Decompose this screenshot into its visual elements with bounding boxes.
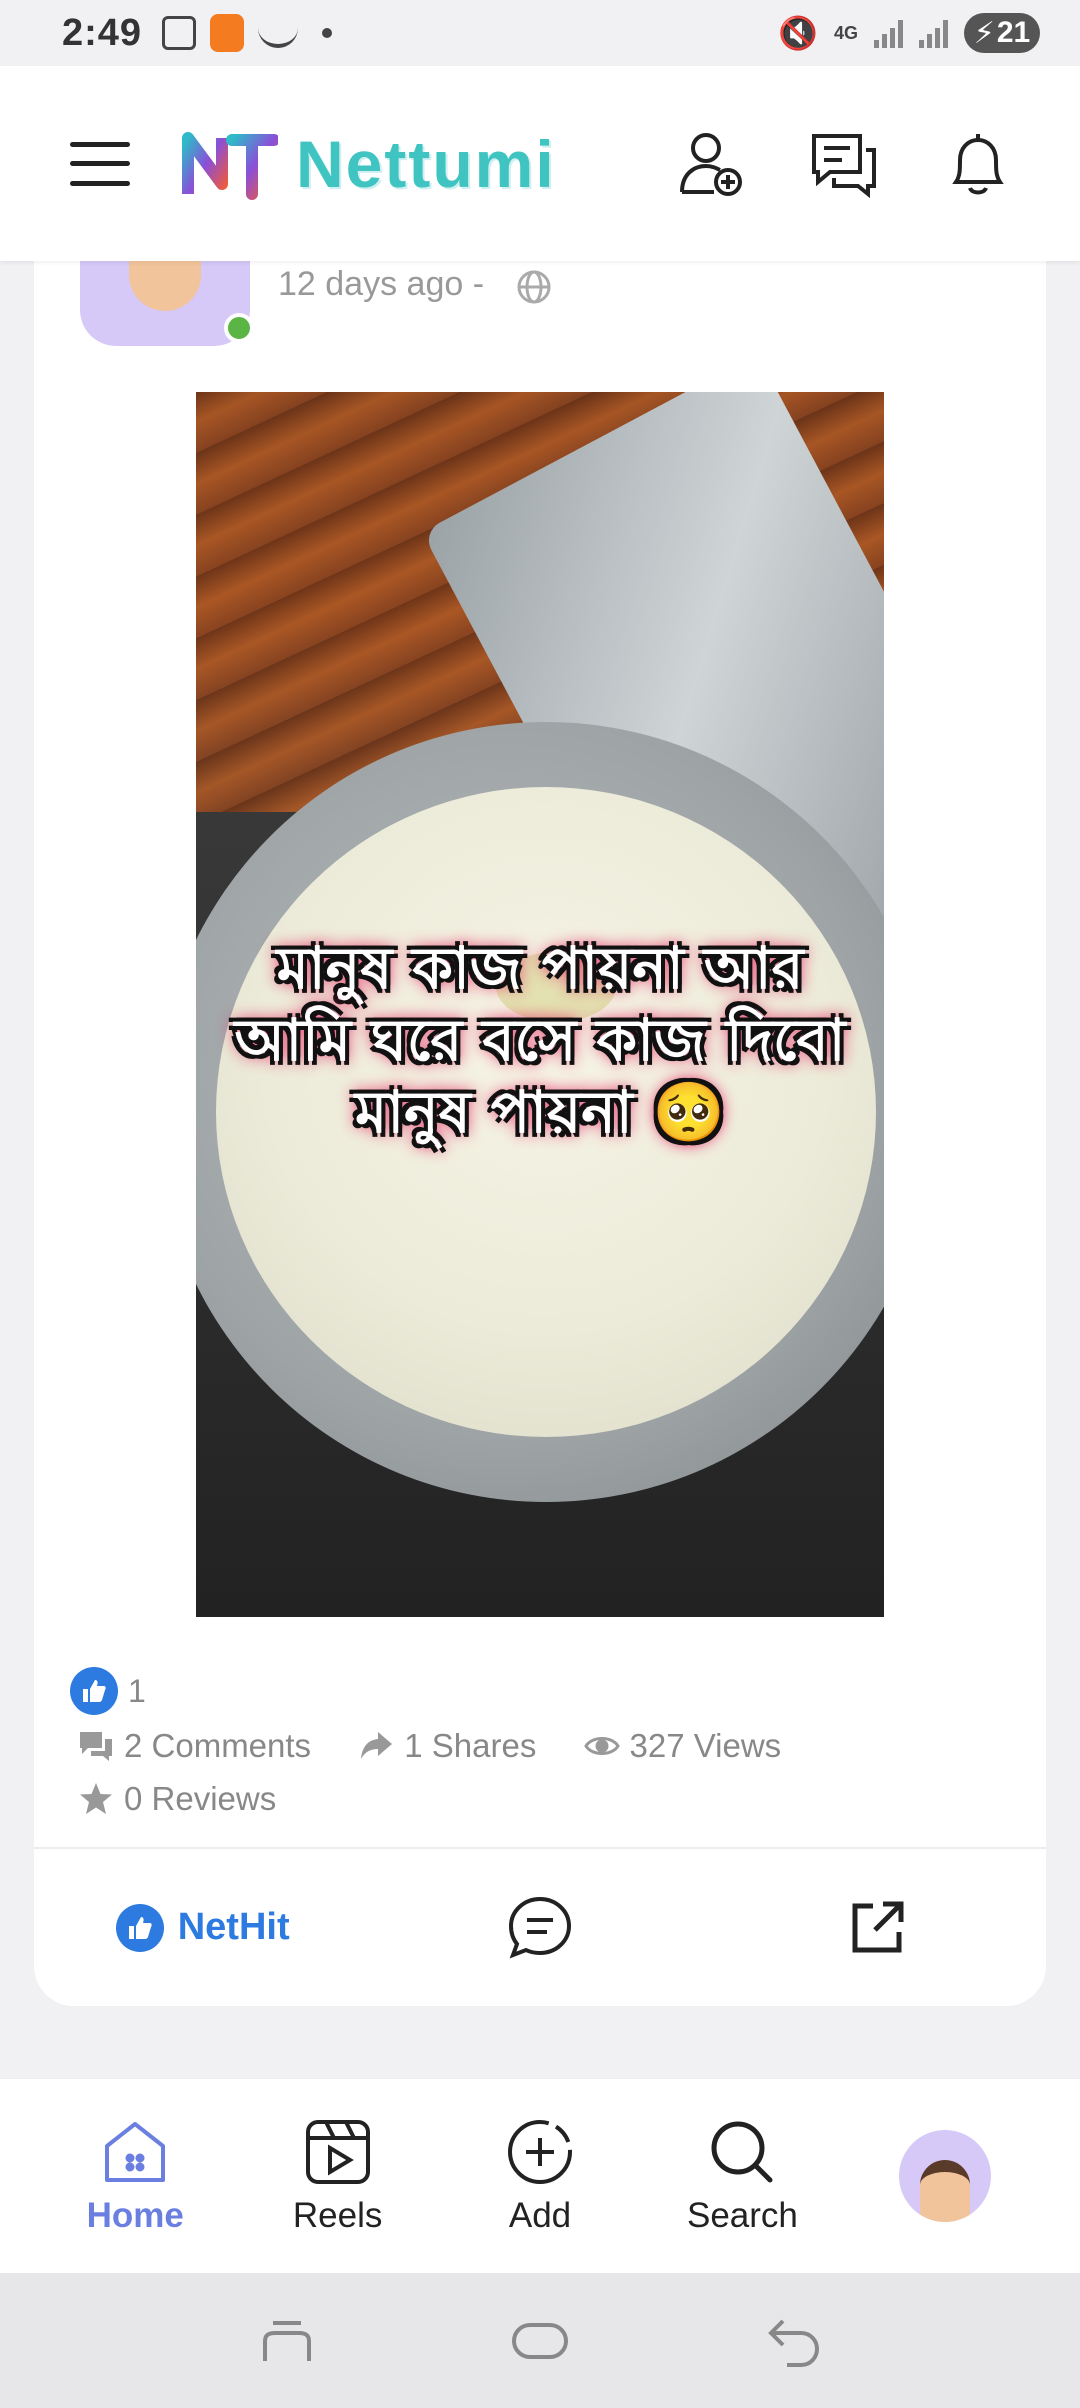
views-count: 327 Views — [629, 1727, 782, 1764]
post-card: 12 days ago - মানুষ কাজ পায়না আর আমি ঘর… — [34, 261, 1046, 2006]
nav-add-label: Add — [508, 2196, 572, 2235]
post-stats: 2 Comments 1 Shares 327 Views 0 Reviews — [78, 1723, 978, 1829]
logo-mark-icon — [182, 131, 278, 200]
memoji-face — [129, 261, 201, 311]
nav-add[interactable]: Add — [439, 2116, 641, 2236]
shares-count: 1 Shares — [404, 1727, 537, 1764]
wave-app-icon — [258, 18, 299, 48]
status-time: 2:49 — [62, 11, 143, 54]
eye-icon — [583, 1737, 620, 1755]
nav-search[interactable]: Search — [641, 2116, 843, 2236]
comments-count: 2 Comments — [124, 1727, 312, 1764]
nethit-button[interactable]: NetHit — [34, 1903, 371, 1952]
comment-button[interactable] — [371, 1893, 708, 1963]
media-caption: মানুষ কাজ পায়না আর আমি ঘরে বসে কাজ দিবো… — [196, 932, 884, 1148]
nav-home[interactable]: Home — [34, 2116, 236, 2236]
post-actions: NetHit — [34, 1849, 1046, 2006]
notifications-bell-icon[interactable] — [942, 128, 1014, 200]
nav-reels-label: Reels — [292, 2196, 383, 2235]
more-notifications-dot-icon — [322, 28, 333, 38]
comment-bubble-icon — [508, 1896, 571, 1958]
recents-icon[interactable] — [257, 2311, 317, 2371]
online-status-dot — [224, 313, 254, 343]
menu-icon[interactable] — [70, 141, 130, 186]
messages-icon[interactable] — [808, 128, 880, 200]
app-header: Nettumi — [0, 66, 1080, 261]
home-button-icon[interactable] — [510, 2311, 570, 2371]
reviews-count: 0 Reviews — [124, 1780, 277, 1817]
network-type: 4G — [833, 23, 858, 43]
reaction-count: 1 — [128, 1672, 146, 1709]
caption-line-2: আমি ঘরে বসে কাজ দিবো — [234, 1006, 846, 1074]
post-timestamp: 12 days ago - — [278, 265, 485, 303]
back-icon[interactable] — [763, 2311, 823, 2371]
app-logo[interactable]: Nettumi — [182, 126, 556, 202]
screenshot-icon — [162, 16, 197, 50]
charging-icon: ⚡ — [973, 16, 995, 50]
shares-stat[interactable]: 1 Shares — [358, 1723, 536, 1769]
add-icon — [508, 2120, 573, 2184]
nav-reels[interactable]: Reels — [236, 2116, 438, 2236]
app-notification-icon — [210, 14, 245, 52]
signal-icon — [874, 18, 903, 48]
bottom-navigation: Home Reels Add Search — [0, 2078, 1080, 2273]
reels-icon — [305, 2120, 370, 2184]
nav-profile[interactable] — [844, 2130, 1046, 2222]
reaction-summary[interactable]: 1 — [70, 1667, 146, 1715]
battery-indicator: ⚡ 21 — [964, 13, 1040, 53]
home-icon — [105, 2122, 166, 2182]
share-arrow-icon — [361, 1732, 393, 1759]
post-media-video[interactable]: মানুষ কাজ পায়না আর আমি ঘরে বসে কাজ দিবো… — [196, 392, 884, 1617]
nav-search-label: Search — [686, 2196, 798, 2235]
mute-icon: 🔇 — [778, 15, 818, 51]
nethit-label: NetHit — [177, 1906, 290, 1948]
views-stat: 327 Views — [583, 1723, 782, 1769]
external-share-icon — [852, 1901, 904, 1952]
public-globe-icon — [517, 270, 551, 304]
battery-level: 21 — [996, 16, 1031, 49]
status-notification-icons — [162, 14, 333, 52]
comments-icon — [80, 1732, 112, 1761]
system-navigation-bar — [0, 2273, 1080, 2408]
share-external-button[interactable] — [709, 1898, 1046, 1958]
status-bar: 2:49 🔇 4G ⚡ 21 — [0, 0, 1080, 66]
search-icon — [711, 2121, 773, 2183]
caption-line-3: মানুষ পায়না 🥺 — [354, 1078, 726, 1146]
comments-stat[interactable]: 2 Comments — [78, 1723, 311, 1769]
reviews-stat[interactable]: 0 Reviews — [78, 1776, 276, 1822]
nav-home-label: Home — [86, 2196, 184, 2235]
caption-line-1: মানুষ কাজ পায়না আর — [276, 934, 804, 1002]
nethit-like-icon — [115, 1903, 164, 1952]
profile-avatar — [898, 2130, 991, 2222]
add-friend-icon[interactable] — [674, 128, 746, 200]
signal-icon-2 — [919, 18, 948, 48]
like-reaction-icon — [70, 1667, 118, 1715]
star-icon — [80, 1783, 112, 1814]
app-name: Nettumi — [296, 126, 556, 201]
